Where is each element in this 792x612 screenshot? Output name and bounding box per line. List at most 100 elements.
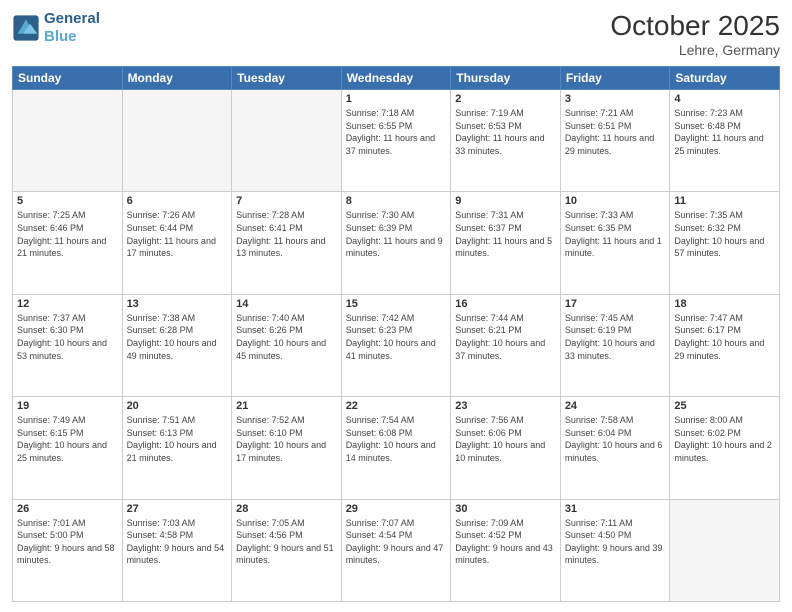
day-number: 12 [17,298,118,310]
day-info: Sunrise: 7:47 AMSunset: 6:17 PMDaylight:… [674,312,775,362]
day-info: Sunrise: 7:07 AMSunset: 4:54 PMDaylight:… [346,517,447,567]
calendar-cell [13,90,123,192]
calendar-cell: 31 Sunrise: 7:11 AMSunset: 4:50 PMDayligh… [560,499,670,601]
week-row-3: 12 Sunrise: 7:37 AMSunset: 6:30 PMDayligh… [13,294,780,396]
day-number: 27 [127,503,228,515]
day-number: 8 [346,195,447,207]
day-number: 16 [455,298,556,310]
calendar-cell: 8 Sunrise: 7:30 AMSunset: 6:39 PMDaylight… [341,192,451,294]
day-number: 24 [565,400,666,412]
day-info: Sunrise: 7:11 AMSunset: 4:50 PMDaylight:… [565,517,666,567]
day-info: Sunrise: 7:38 AMSunset: 6:28 PMDaylight:… [127,312,228,362]
calendar-cell: 16 Sunrise: 7:44 AMSunset: 6:21 PMDayligh… [451,294,561,396]
calendar-table: SundayMondayTuesdayWednesdayThursdayFrid… [12,66,780,602]
day-info: Sunrise: 7:25 AMSunset: 6:46 PMDaylight:… [17,209,118,259]
day-number: 6 [127,195,228,207]
calendar-cell: 14 Sunrise: 7:40 AMSunset: 6:26 PMDayligh… [232,294,342,396]
weekday-header-thursday: Thursday [451,67,561,90]
calendar-cell: 3Sunrise: 7:21 AMSunset: 6:51 PMDaylight… [560,90,670,192]
day-number: 29 [346,503,447,515]
calendar-cell: 13 Sunrise: 7:38 AMSunset: 6:28 PMDayligh… [122,294,232,396]
day-number: 22 [346,400,447,412]
day-info: Sunrise: 7:44 AMSunset: 6:21 PMDaylight:… [455,312,556,362]
day-number: 7 [236,195,337,207]
calendar-cell: 30Sunrise: 7:09 AMSunset: 4:52 PMDayligh… [451,499,561,601]
calendar-cell: 5 Sunrise: 7:25 AMSunset: 6:46 PMDaylight… [13,192,123,294]
weekday-header-saturday: Saturday [670,67,780,90]
week-row-5: 26 Sunrise: 7:01 AMSunset: 5:00 PMDayligh… [13,499,780,601]
calendar-cell: 15Sunrise: 7:42 AMSunset: 6:23 PMDayligh… [341,294,451,396]
day-number: 2 [455,93,556,105]
day-number: 23 [455,400,556,412]
week-row-2: 5 Sunrise: 7:25 AMSunset: 6:46 PMDaylight… [13,192,780,294]
day-number: 17 [565,298,666,310]
month-title: October 2025 [610,10,780,42]
calendar-cell: 18 Sunrise: 7:47 AMSunset: 6:17 PMDayligh… [670,294,780,396]
day-info: Sunrise: 8:00 AMSunset: 6:02 PMDaylight:… [674,414,775,464]
calendar-cell: 25 Sunrise: 8:00 AMSunset: 6:02 PMDayligh… [670,397,780,499]
weekday-header-monday: Monday [122,67,232,90]
calendar-cell: 7 Sunrise: 7:28 AMSunset: 6:41 PMDaylight… [232,192,342,294]
day-info: Sunrise: 7:37 AMSunset: 6:30 PMDaylight:… [17,312,118,362]
calendar-cell: 2Sunrise: 7:19 AMSunset: 6:53 PMDaylight… [451,90,561,192]
day-info: Sunrise: 7:33 AMSunset: 6:35 PMDaylight:… [565,209,666,259]
weekday-header-friday: Friday [560,67,670,90]
week-row-4: 19Sunrise: 7:49 AMSunset: 6:15 PMDayligh… [13,397,780,499]
day-info: Sunrise: 7:03 AMSunset: 4:58 PMDaylight:… [127,517,228,567]
calendar-cell: 24 Sunrise: 7:58 AMSunset: 6:04 PMDayligh… [560,397,670,499]
day-info: Sunrise: 7:56 AMSunset: 6:06 PMDaylight:… [455,414,556,464]
day-number: 15 [346,298,447,310]
day-info: Sunrise: 7:26 AMSunset: 6:44 PMDaylight:… [127,209,228,259]
day-info: Sunrise: 7:05 AMSunset: 4:56 PMDaylight:… [236,517,337,567]
day-info: Sunrise: 7:52 AMSunset: 6:10 PMDaylight:… [236,414,337,464]
day-info: Sunrise: 7:30 AMSunset: 6:39 PMDaylight:… [346,209,447,259]
day-number: 4 [674,93,775,105]
calendar-cell: 28 Sunrise: 7:05 AMSunset: 4:56 PMDayligh… [232,499,342,601]
calendar-cell: 6 Sunrise: 7:26 AMSunset: 6:44 PMDaylight… [122,192,232,294]
calendar-cell: 1Sunrise: 7:18 AMSunset: 6:55 PMDaylight… [341,90,451,192]
logo: General Blue [12,10,100,46]
weekday-header-wednesday: Wednesday [341,67,451,90]
calendar-cell: 17 Sunrise: 7:45 AMSunset: 6:19 PMDayligh… [560,294,670,396]
day-number: 13 [127,298,228,310]
day-number: 25 [674,400,775,412]
day-number: 20 [127,400,228,412]
day-info: Sunrise: 7:01 AMSunset: 5:00 PMDaylight:… [17,517,118,567]
day-number: 9 [455,195,556,207]
day-info: Sunrise: 7:54 AMSunset: 6:08 PMDaylight:… [346,414,447,464]
calendar-cell: 10 Sunrise: 7:33 AMSunset: 6:35 PMDayligh… [560,192,670,294]
day-info: Sunrise: 7:31 AMSunset: 6:37 PMDaylight:… [455,209,556,259]
calendar-cell [122,90,232,192]
calendar-cell [232,90,342,192]
day-info: Sunrise: 7:40 AMSunset: 6:26 PMDaylight:… [236,312,337,362]
day-number: 26 [17,503,118,515]
day-number: 18 [674,298,775,310]
week-row-1: 1Sunrise: 7:18 AMSunset: 6:55 PMDaylight… [13,90,780,192]
title-block: October 2025 Lehre, Germany [610,10,780,58]
day-number: 30 [455,503,556,515]
calendar-cell: 4Sunrise: 7:23 AMSunset: 6:48 PMDaylight… [670,90,780,192]
location: Lehre, Germany [610,42,780,58]
day-number: 21 [236,400,337,412]
day-info: Sunrise: 7:49 AMSunset: 6:15 PMDaylight:… [17,414,118,464]
day-info: Sunrise: 7:35 AMSunset: 6:32 PMDaylight:… [674,209,775,259]
day-number: 14 [236,298,337,310]
calendar-cell: 21 Sunrise: 7:52 AMSunset: 6:10 PMDayligh… [232,397,342,499]
day-number: 11 [674,195,775,207]
day-number: 10 [565,195,666,207]
day-number: 5 [17,195,118,207]
day-info: Sunrise: 7:45 AMSunset: 6:19 PMDaylight:… [565,312,666,362]
logo-text: General Blue [44,10,100,46]
calendar-cell: 26 Sunrise: 7:01 AMSunset: 5:00 PMDayligh… [13,499,123,601]
day-number: 31 [565,503,666,515]
weekday-header-row: SundayMondayTuesdayWednesdayThursdayFrid… [13,67,780,90]
day-info: Sunrise: 7:28 AMSunset: 6:41 PMDaylight:… [236,209,337,259]
calendar-cell: 19Sunrise: 7:49 AMSunset: 6:15 PMDayligh… [13,397,123,499]
day-info: Sunrise: 7:58 AMSunset: 6:04 PMDaylight:… [565,414,666,464]
day-number: 28 [236,503,337,515]
day-number: 3 [565,93,666,105]
calendar-cell: 23 Sunrise: 7:56 AMSunset: 6:06 PMDayligh… [451,397,561,499]
calendar-cell: 22 Sunrise: 7:54 AMSunset: 6:08 PMDayligh… [341,397,451,499]
calendar-cell: 9 Sunrise: 7:31 AMSunset: 6:37 PMDaylight… [451,192,561,294]
calendar-cell: 12 Sunrise: 7:37 AMSunset: 6:30 PMDayligh… [13,294,123,396]
